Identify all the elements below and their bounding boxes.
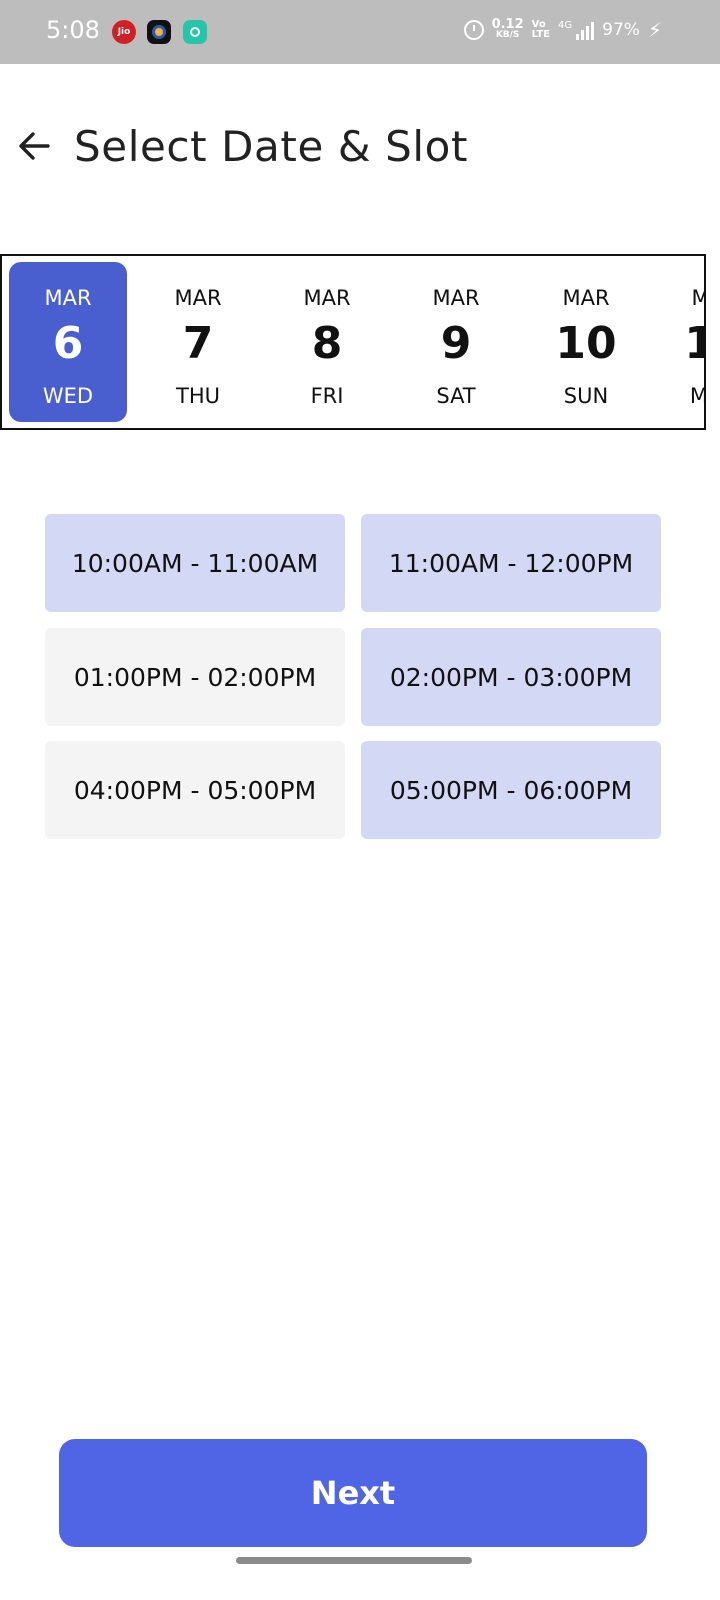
time-slot[interactable]: 05:00PM - 06:00PM <box>361 741 661 839</box>
date-item[interactable]: MAR 10 SUN <box>527 262 645 422</box>
date-weekday: FRI <box>310 384 344 408</box>
status-bar: 5:08 Jio 0.12 KB/S Vo LTE 4G 97% ⚡ <box>0 0 720 64</box>
date-number: 11 <box>656 318 704 369</box>
date-month: MAR <box>44 286 92 310</box>
date-weekday: WED <box>42 384 94 408</box>
date-number: 10 <box>555 318 617 369</box>
chat-app-icon <box>183 20 207 44</box>
time-slot[interactable]: 01:00PM - 02:00PM <box>45 628 345 726</box>
signal-icon: 4G <box>558 20 595 40</box>
date-month: MAR <box>303 286 351 310</box>
date-weekday: SAT <box>436 384 476 408</box>
date-item[interactable]: MAR 6 WED <box>9 262 127 422</box>
alarm-icon <box>463 20 484 40</box>
status-indicators: 0.12 KB/S Vo LTE 4G 97% ⚡ <box>463 17 662 42</box>
volte-indicator: Vo LTE <box>531 19 551 40</box>
battery-percent: 97% <box>602 20 640 40</box>
date-item[interactable]: MAR 7 THU <box>139 262 257 422</box>
time-slot[interactable]: 04:00PM - 05:00PM <box>45 741 345 839</box>
page-title: Select Date & Slot <box>74 122 469 171</box>
date-month: MAR <box>562 286 610 310</box>
next-button[interactable]: Next <box>59 1439 647 1547</box>
date-weekday: SUN <box>563 384 609 408</box>
date-number: 9 <box>440 318 472 369</box>
home-indicator[interactable] <box>236 1557 472 1564</box>
date-item[interactable]: MAR 8 FRI <box>268 262 386 422</box>
jio-app-icon: Jio <box>112 20 136 44</box>
date-item[interactable]: MAR 9 SAT <box>397 262 515 422</box>
date-weekday: MON <box>656 384 704 408</box>
time-slot[interactable]: 02:00PM - 03:00PM <box>361 628 661 726</box>
date-number: 8 <box>311 318 343 369</box>
date-weekday: THU <box>176 384 220 408</box>
back-button[interactable] <box>14 126 54 166</box>
time-slot[interactable]: 10:00AM - 11:00AM <box>45 514 345 612</box>
charging-icon: ⚡ <box>647 18 662 42</box>
date-selector[interactable]: MAR 6 WED MAR 7 THU MAR 8 FRI MAR 9 SAT … <box>0 254 706 430</box>
app-header: Select Date & Slot <box>0 110 720 180</box>
date-number: 6 <box>52 318 84 369</box>
arrow-left-icon <box>19 132 50 160</box>
time-slot[interactable]: 11:00AM - 12:00PM <box>361 514 661 612</box>
date-month: MAR <box>656 286 704 310</box>
date-month: MAR <box>174 286 222 310</box>
date-month: MAR <box>432 286 480 310</box>
notification-app-icon <box>147 20 171 44</box>
status-time: 5:08 <box>46 16 100 44</box>
network-speed: 0.12 KB/S <box>491 17 524 40</box>
date-item[interactable]: MAR 11 MON <box>656 262 704 422</box>
date-number: 7 <box>182 318 214 369</box>
